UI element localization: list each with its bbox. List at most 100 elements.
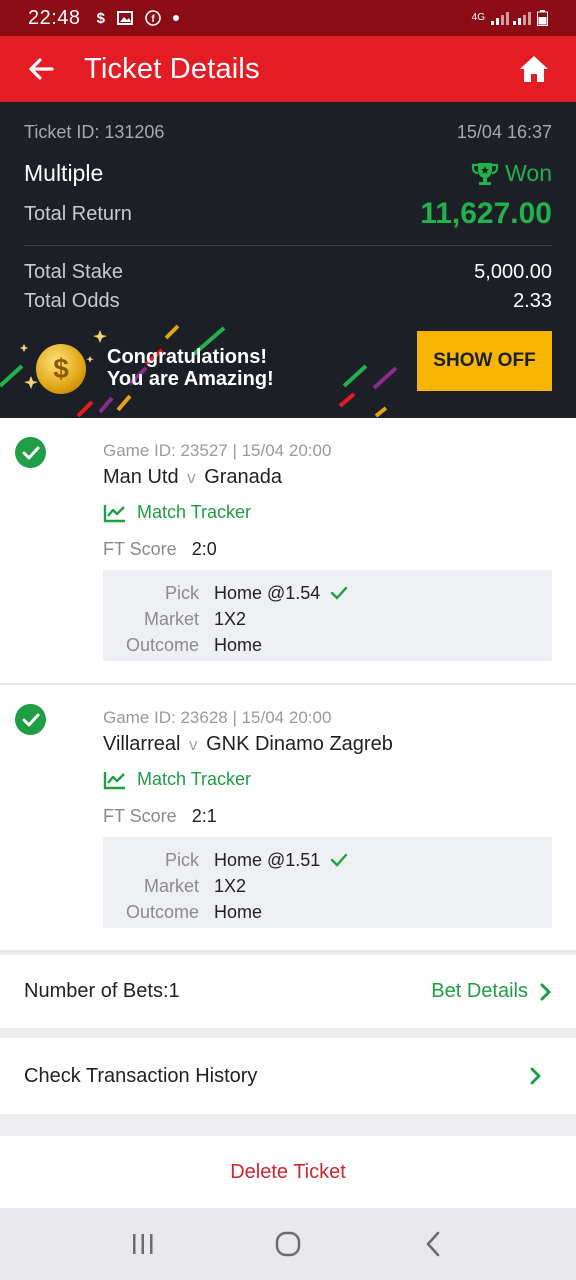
bet-type-row: Multiple Won <box>24 160 552 187</box>
show-off-button[interactable]: SHOW OFF <box>417 331 552 391</box>
pick-value: Home @1.51 <box>214 849 321 870</box>
svg-text:f: f <box>151 14 155 25</box>
system-nav-bar <box>0 1208 576 1280</box>
delete-ticket-button[interactable]: Delete Ticket <box>0 1136 576 1208</box>
coin-icon: $ <box>36 344 86 394</box>
trophy-icon <box>472 162 499 185</box>
app-bar: Ticket Details <box>0 36 576 102</box>
total-return-label: Total Return <box>24 202 132 225</box>
market-row: Market 1X2 <box>103 873 552 899</box>
game-item: Game ID: 23628 | 15/04 20:00 Villarreal … <box>0 685 576 952</box>
home-nav-button[interactable] <box>258 1219 318 1269</box>
congrats-banner: $ Congratulations! You are Amazing! SHOW… <box>0 324 576 418</box>
congrats-line-1: Congratulations! <box>107 346 267 368</box>
ticket-date: 15/04 16:37 <box>456 122 552 142</box>
ft-score-value: 2:0 <box>191 539 217 559</box>
status-bar: 22:48 $ f 4G <box>0 0 576 36</box>
total-odds-value: 2.33 <box>513 290 552 312</box>
bet-type: Multiple <box>24 160 104 186</box>
ticket-meta-row: Ticket ID: 131206 15/04 16:37 <box>24 122 552 143</box>
ft-score-label: FT Score <box>103 539 177 559</box>
recents-icon <box>132 1234 153 1254</box>
number-of-bets: Number of Bets:1 <box>24 980 180 1002</box>
home-team: Man Utd <box>103 466 179 488</box>
bet-details-link[interactable]: Bet Details <box>431 980 552 1003</box>
total-odds-row: Total Odds 2.33 <box>24 290 552 313</box>
match-tracker-label: Match Tracker <box>137 502 252 522</box>
back-button[interactable] <box>0 36 84 102</box>
pick-label: Pick <box>164 849 199 870</box>
ticket-id: Ticket ID: 131206 <box>24 122 165 142</box>
battery-icon <box>537 10 548 26</box>
dot-icon <box>172 15 179 21</box>
status-right: 4G <box>472 10 548 26</box>
outcome-value: Home <box>214 901 263 922</box>
total-stake-value: 5,000.00 <box>474 261 552 283</box>
signal-icon <box>491 12 531 25</box>
transaction-history-row[interactable]: Check Transaction History <box>0 1038 576 1114</box>
pick-details: Pick Home @1.54 Market 1X2 Outcome Home <box>103 570 552 661</box>
notification-icons: $ f <box>97 10 179 27</box>
home-team: Villarreal <box>103 733 181 755</box>
chart-line-icon <box>103 771 125 789</box>
game-item: Game ID: 23527 | 15/04 20:00 Man Utd v G… <box>0 418 576 685</box>
away-team: Granada <box>204 466 283 488</box>
check-circle-icon <box>15 437 46 468</box>
total-stake-row: Total Stake 5,000.00 <box>24 261 552 284</box>
bet-details-label: Bet Details <box>431 980 528 1002</box>
chevron-right-icon <box>530 1067 541 1085</box>
status-time: 22:48 <box>28 6 81 29</box>
summary-divider <box>24 245 552 246</box>
total-return-row: Total Return 11,627.00 <box>24 197 552 231</box>
page-title: Ticket Details <box>84 52 260 85</box>
pick-value-wrap: Home @1.54 <box>214 583 348 604</box>
back-nav-button[interactable] <box>403 1219 463 1269</box>
delete-ticket-label: Delete Ticket <box>230 1160 346 1183</box>
match-tracker-label: Match Tracker <box>137 769 252 789</box>
number-of-bets-row: Number of Bets:1 Bet Details <box>0 955 576 1028</box>
ft-score: FT Score 2:1 <box>103 806 217 827</box>
game-id: Game ID: 23527 | 15/04 20:00 <box>103 441 332 460</box>
market-value: 1X2 <box>214 608 247 629</box>
status-badge: Won <box>471 160 552 187</box>
image-icon <box>116 11 133 25</box>
chevron-right-icon <box>540 983 551 1000</box>
home-circle-icon <box>275 1231 301 1257</box>
pick-row: Pick Home @1.51 <box>103 847 552 873</box>
outcome-label: Outcome <box>125 634 199 655</box>
ft-score-label: FT Score <box>103 806 177 826</box>
checkmark-icon <box>331 586 348 600</box>
home-icon <box>520 56 548 82</box>
pick-row: Pick Home @1.54 <box>103 580 552 606</box>
status-text: Won <box>505 160 552 186</box>
ticket-summary: Ticket ID: 131206 15/04 16:37 Multiple W… <box>0 102 576 418</box>
pick-details: Pick Home @1.51 Market 1X2 Outcome Home <box>103 837 552 928</box>
back-chevron-icon <box>427 1231 440 1257</box>
market-label: Market <box>143 608 199 629</box>
outcome-row: Outcome Home <box>103 899 552 925</box>
network-type: 4G <box>471 12 485 23</box>
chart-line-icon <box>103 504 125 522</box>
pick-label: Pick <box>164 582 199 603</box>
games-list: Game ID: 23527 | 15/04 20:00 Man Utd v G… <box>0 418 576 952</box>
versus-label: v <box>189 735 198 754</box>
recents-button[interactable] <box>113 1219 173 1269</box>
congrats-text: Congratulations! You are Amazing! <box>107 346 274 390</box>
market-label: Market <box>143 875 199 896</box>
congrats-line-2: You are Amazing! <box>107 368 274 390</box>
total-stake-label: Total Stake <box>24 261 123 283</box>
match-tracker-link[interactable]: Match Tracker <box>103 502 251 523</box>
match-tracker-link[interactable]: Match Tracker <box>103 769 251 790</box>
checkmark-icon <box>331 853 348 867</box>
game-teams: Man Utd v Granada <box>103 466 282 489</box>
game-id: Game ID: 23628 | 15/04 20:00 <box>103 708 332 727</box>
facebook-icon: f <box>145 10 161 26</box>
dollar-icon: $ <box>96 9 105 27</box>
total-return-value: 11,627.00 <box>420 197 552 230</box>
away-team: GNK Dinamo Zagreb <box>206 733 393 755</box>
ft-score-value: 2:1 <box>191 806 217 826</box>
home-button[interactable] <box>492 36 576 102</box>
ft-score: FT Score 2:0 <box>103 539 217 560</box>
outcome-label: Outcome <box>125 901 199 922</box>
total-odds-label: Total Odds <box>24 290 120 312</box>
